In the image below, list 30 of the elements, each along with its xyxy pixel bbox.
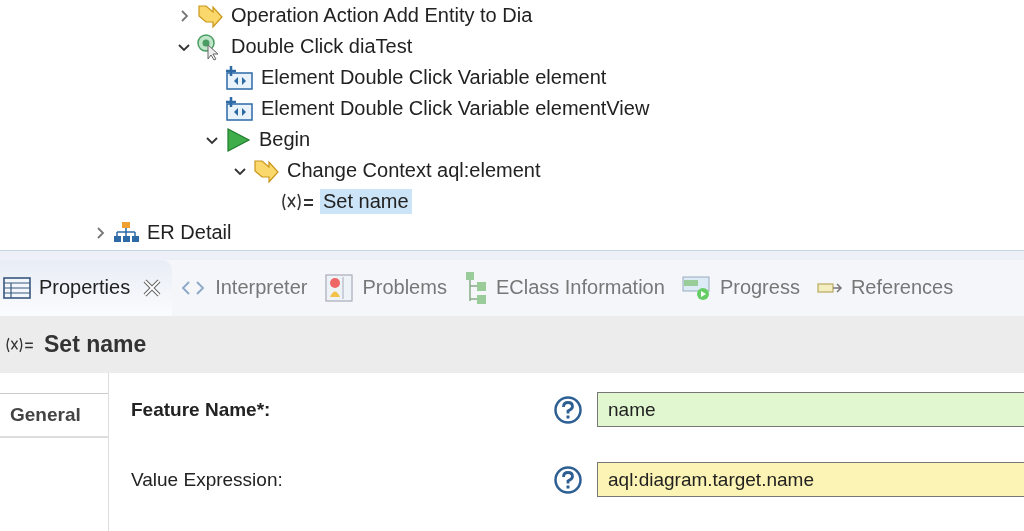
tree-item[interactable]: ER Detail [144,220,235,245]
field-label: Value Expression: [130,468,284,491]
section-tab[interactable]: General [0,393,108,438]
progress-icon [681,274,712,301]
tree-item[interactable]: Operation Action Add Entity to Dia [228,3,536,28]
problems-icon [324,272,355,303]
view-tab[interactable]: Interpreter [176,259,318,317]
table-icon [3,275,31,300]
hierarchy-icon [463,270,488,305]
variable-icon [224,63,254,92]
properties-title: Set name [44,331,147,359]
help-icon[interactable] [553,464,583,495]
variable-icon [224,94,254,123]
view-tab[interactable]: Properties [0,259,173,317]
view-tab[interactable]: References [813,259,964,317]
play-icon [224,125,252,154]
text-field[interactable]: aql:diagram.target.name [597,462,1024,497]
help-icon[interactable] [553,394,583,425]
tree-item[interactable]: Double Click diaTest [228,34,416,59]
field-label: Feature Name*: [130,398,272,421]
view-tab[interactable]: Progress [678,259,810,317]
view-tab[interactable]: Problems [321,259,457,317]
close-icon[interactable] [142,277,163,298]
tree-item[interactable]: Set name [320,189,412,214]
tree-item[interactable]: Element Double Click Variable elementView [258,96,653,121]
tree-item[interactable]: Change Context aql:element [284,158,544,183]
tree-item[interactable]: Element Double Click Variable element [258,65,610,90]
tree-item[interactable]: Begin [256,127,314,152]
text-field[interactable]: name [597,392,1024,427]
view-tab[interactable]: EClass Information [460,259,675,317]
